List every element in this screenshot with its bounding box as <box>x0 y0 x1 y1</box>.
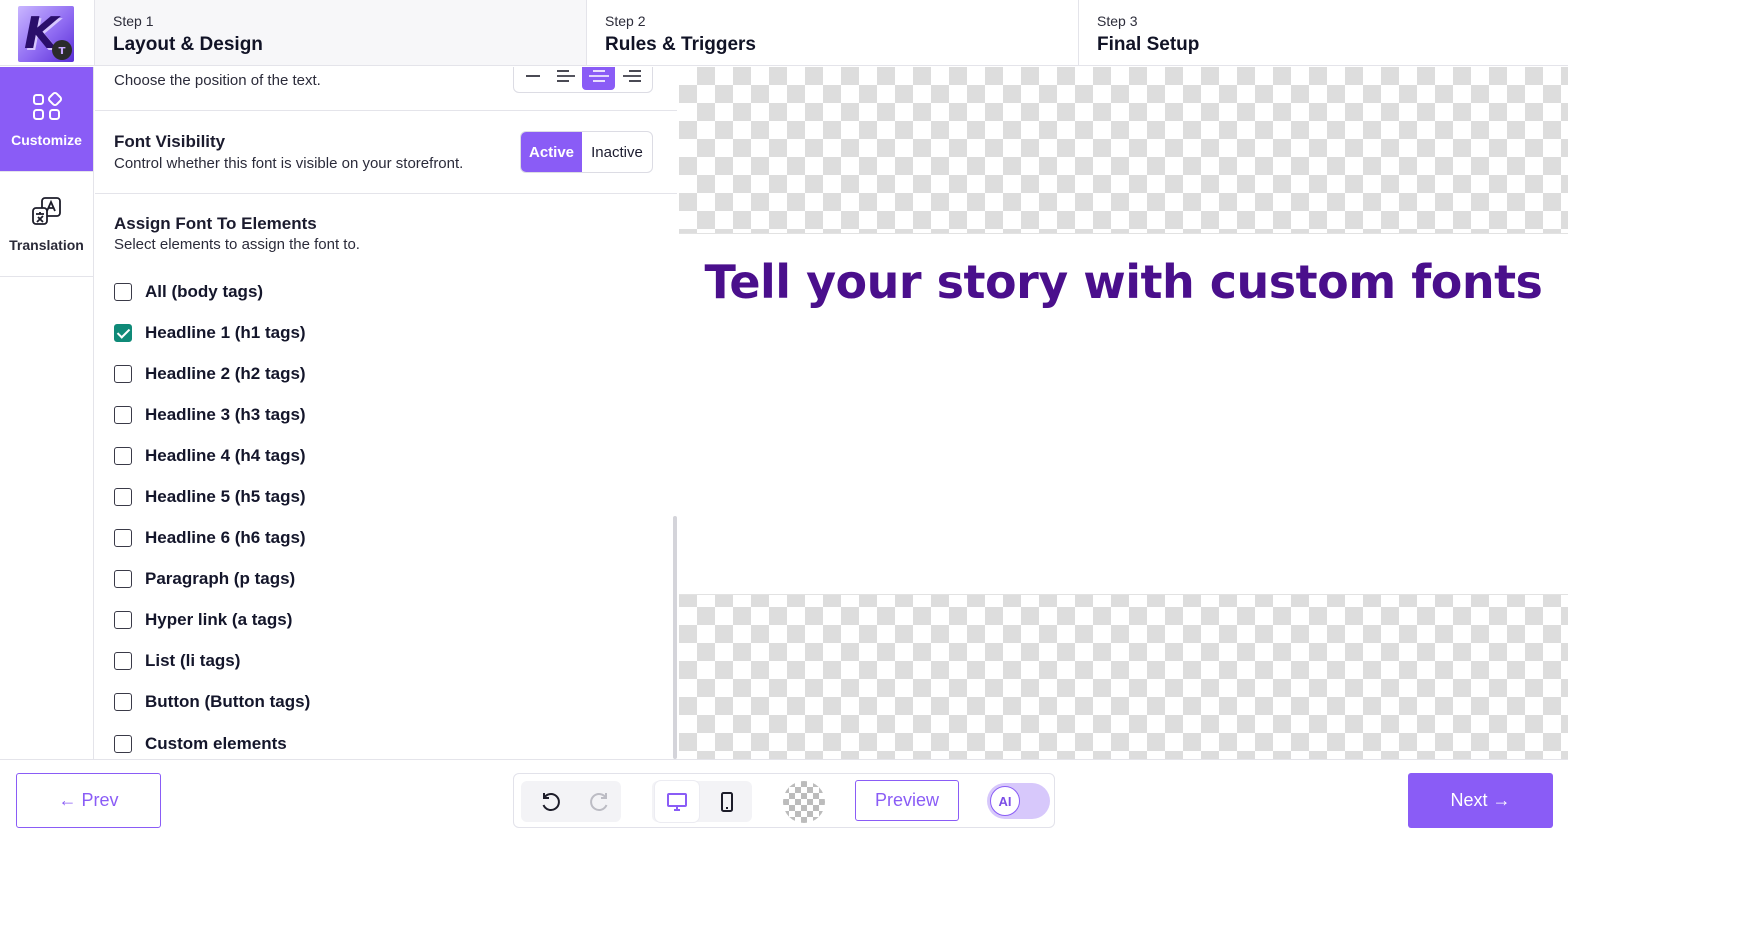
step-1-tab[interactable]: Step 1 Layout & Design <box>94 0 586 65</box>
checkbox-row-h3[interactable]: Headline 3 (h3 tags) <box>114 394 310 435</box>
editor-toolbar: Preview AI <box>513 773 1055 828</box>
checkbox[interactable] <box>114 364 132 383</box>
preview-canvas: Tell your story with custom fonts <box>679 67 1568 759</box>
checkbox-row-h6[interactable]: Headline 6 (h6 tags) <box>114 518 310 559</box>
device-group <box>652 781 752 822</box>
checkbox-label[interactable]: Paragraph (p tags) <box>145 569 295 589</box>
mobile-view-button[interactable] <box>705 781 749 822</box>
checkbox[interactable] <box>114 693 132 712</box>
checkbox-label[interactable]: Headline 5 (h5 tags) <box>145 487 306 507</box>
ai-toggle-knob: AI <box>990 786 1020 816</box>
redo-button[interactable] <box>577 781 621 822</box>
align-right-button[interactable] <box>615 67 648 90</box>
element-checkbox-list: All (body tags) Headline 1 (h1 tags) Hea… <box>114 271 310 759</box>
align-center-icon <box>588 70 609 82</box>
ai-toggle[interactable]: AI <box>987 783 1050 819</box>
checkbox-label[interactable]: All (body tags) <box>145 282 263 302</box>
alignment-button-group <box>513 67 653 93</box>
transparent-background-toggle[interactable] <box>783 781 825 823</box>
desktop-view-button[interactable] <box>655 781 699 822</box>
checkbox[interactable] <box>114 570 132 589</box>
checkbox-row-body[interactable]: All (body tags) <box>114 271 310 312</box>
left-rail: Customize Translation <box>0 67 94 759</box>
align-right-icon <box>622 70 641 82</box>
checkbox-row-custom[interactable]: Custom elements <box>114 723 310 759</box>
active-option[interactable]: Active <box>521 132 582 172</box>
font-visibility-title: Font Visibility <box>114 132 226 151</box>
checkbox-label[interactable]: Button (Button tags) <box>145 692 310 712</box>
desktop-icon <box>667 792 687 811</box>
checkbox[interactable] <box>114 611 132 630</box>
alignment-description: Choose the position of the text. <box>114 72 321 89</box>
align-left-button[interactable] <box>549 67 582 90</box>
settings-panel[interactable]: Choose the position of the text. Font Vi… <box>95 67 677 759</box>
checkbox-label[interactable]: Custom elements <box>145 734 287 754</box>
undo-icon <box>542 792 560 811</box>
text-alignment-row: Choose the position of the text. <box>95 67 677 111</box>
step-number: Step 1 <box>113 13 154 29</box>
checkbox-label[interactable]: Hyper link (a tags) <box>145 610 292 630</box>
assign-font-title: Assign Font To Elements <box>114 214 317 233</box>
undo-button[interactable] <box>529 781 573 822</box>
prev-button[interactable]: ← Prev <box>16 773 161 828</box>
rail-item-label: Customize <box>11 132 82 148</box>
translate-icon <box>31 197 61 225</box>
logo-image: K ᴛ <box>18 6 74 62</box>
step-2-tab[interactable]: Step 2 Rules & Triggers <box>586 0 1078 65</box>
checkbox-label[interactable]: Headline 6 (h6 tags) <box>145 528 306 548</box>
rail-item-label: Translation <box>9 237 84 253</box>
steps-bar: Step 1 Layout & Design Step 2 Rules & Tr… <box>94 0 1568 66</box>
bottom-bar: ← Prev Preview AI Next → <box>0 759 1568 838</box>
checkbox-label[interactable]: Headline 1 (h1 tags) <box>145 323 306 343</box>
step-number: Step 2 <box>605 13 646 29</box>
checkbox-row-h4[interactable]: Headline 4 (h4 tags) <box>114 435 310 476</box>
step-3-tab[interactable]: Step 3 Final Setup <box>1078 0 1568 65</box>
align-left-icon <box>556 70 575 82</box>
align-none-button[interactable] <box>516 67 549 90</box>
checkbox[interactable] <box>114 323 132 342</box>
checkbox-row-h5[interactable]: Headline 5 (h5 tags) <box>114 476 310 517</box>
mobile-icon <box>721 791 733 812</box>
rail-item-translation[interactable]: Translation <box>0 172 93 277</box>
preview-button[interactable]: Preview <box>855 780 959 821</box>
apps-grid-icon <box>32 91 62 120</box>
font-visibility-description: Control whether this font is visible on … <box>114 155 464 172</box>
checkbox[interactable] <box>114 446 132 465</box>
step-title: Final Setup <box>1097 34 1200 55</box>
step-title: Rules & Triggers <box>605 34 756 55</box>
next-button[interactable]: Next → <box>1408 773 1553 828</box>
history-group <box>521 781 621 822</box>
checkbox-label[interactable]: Headline 3 (h3 tags) <box>145 405 306 425</box>
checkbox[interactable] <box>114 734 132 753</box>
step-title: Layout & Design <box>113 34 263 55</box>
checkbox-row-p[interactable]: Paragraph (p tags) <box>114 559 310 600</box>
checkbox-row-button[interactable]: Button (Button tags) <box>114 682 310 723</box>
app-logo: K ᴛ <box>0 0 94 66</box>
logo-badge-icon: ᴛ <box>52 40 72 60</box>
checkbox-row-li[interactable]: List (li tags) <box>114 641 310 682</box>
panel-scrollbar[interactable] <box>673 516 677 759</box>
checkbox-label[interactable]: List (li tags) <box>145 651 240 671</box>
dash-icon <box>525 75 540 77</box>
checkbox[interactable] <box>114 405 132 424</box>
rail-item-customize[interactable]: Customize <box>0 67 93 172</box>
inactive-option[interactable]: Inactive <box>582 132 652 172</box>
font-visibility-row: Font Visibility Control whether this fon… <box>95 112 677 194</box>
checkbox-row-a[interactable]: Hyper link (a tags) <box>114 600 310 641</box>
step-number: Step 3 <box>1097 13 1138 29</box>
checkbox[interactable] <box>114 652 132 671</box>
align-center-button[interactable] <box>582 67 615 90</box>
checkbox-label[interactable]: Headline 2 (h2 tags) <box>145 364 306 384</box>
checkbox-row-h1[interactable]: Headline 1 (h1 tags) <box>114 312 310 353</box>
checkbox[interactable] <box>114 488 132 507</box>
assign-font-description: Select elements to assign the font to. <box>114 236 360 253</box>
redo-icon <box>590 792 608 811</box>
visibility-toggle: Active Inactive <box>520 131 653 173</box>
checkbox[interactable] <box>114 282 132 301</box>
checkbox[interactable] <box>114 529 132 548</box>
preview-headline: Tell your story with custom fonts <box>704 255 1543 309</box>
checkbox-row-h2[interactable]: Headline 2 (h2 tags) <box>114 353 310 394</box>
checkbox-label[interactable]: Headline 4 (h4 tags) <box>145 446 306 466</box>
